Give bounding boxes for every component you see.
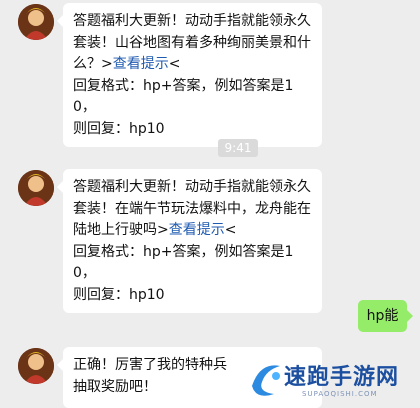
message-line: 么？>查看提示<	[73, 54, 312, 76]
avatar-image-icon	[18, 170, 54, 206]
message-line: 则回复：hp10	[73, 120, 165, 137]
view-hint-link[interactable]: 查看提示	[169, 222, 225, 238]
message-bubble: 答题福利大更新！动动手指就能领永久 套装！在端午节玩法爆料中，龙舟能在 陆地上行…	[57, 169, 322, 313]
watermark: 速跑手游网 SUPAOQISHI.COM	[244, 350, 420, 408]
message-line: 套装！在端午节玩法爆料中，龙舟能在	[73, 200, 311, 217]
watermark-brand: 速跑手游网	[284, 365, 400, 390]
message-text: <	[224, 222, 237, 238]
message-line: 答题福利大更新！动动手指就能领永久	[73, 13, 311, 29]
watermark-url: SUPAOQISHI.COM	[302, 390, 378, 398]
message-line: 回复格式：hp+答案，例如答案是10，	[73, 243, 294, 282]
outgoing-message-bubble: hp能	[358, 300, 413, 332]
message-line: 则回复：hp10	[73, 286, 165, 303]
avatar-image-icon	[18, 4, 54, 40]
message-text: <	[168, 56, 181, 72]
avatar-image-icon	[18, 348, 54, 384]
message-line: 回复格式：hp+答案，例如答案是10，	[73, 77, 294, 116]
avatar[interactable]	[18, 170, 54, 206]
message-text: 陆地上行驶吗>	[73, 222, 169, 238]
view-hint-link[interactable]: 查看提示	[113, 56, 169, 72]
avatar[interactable]	[18, 4, 54, 40]
message-text: 么？>	[73, 56, 113, 72]
message-line: 陆地上行驶吗>查看提示<	[73, 220, 312, 242]
message-bubble: 答题福利大更新！动动手指就能领永久 套装！山谷地图有着多种绚丽美景和什 么？>查…	[57, 3, 322, 147]
avatar[interactable]	[18, 348, 54, 384]
message-line: 套装！山谷地图有着多种绚丽美景和什	[73, 34, 311, 51]
timestamp: 9:41	[218, 139, 258, 157]
brand-logo-icon	[252, 365, 280, 396]
message-line: 答题福利大更新！动动手指就能领永久	[73, 179, 311, 195]
